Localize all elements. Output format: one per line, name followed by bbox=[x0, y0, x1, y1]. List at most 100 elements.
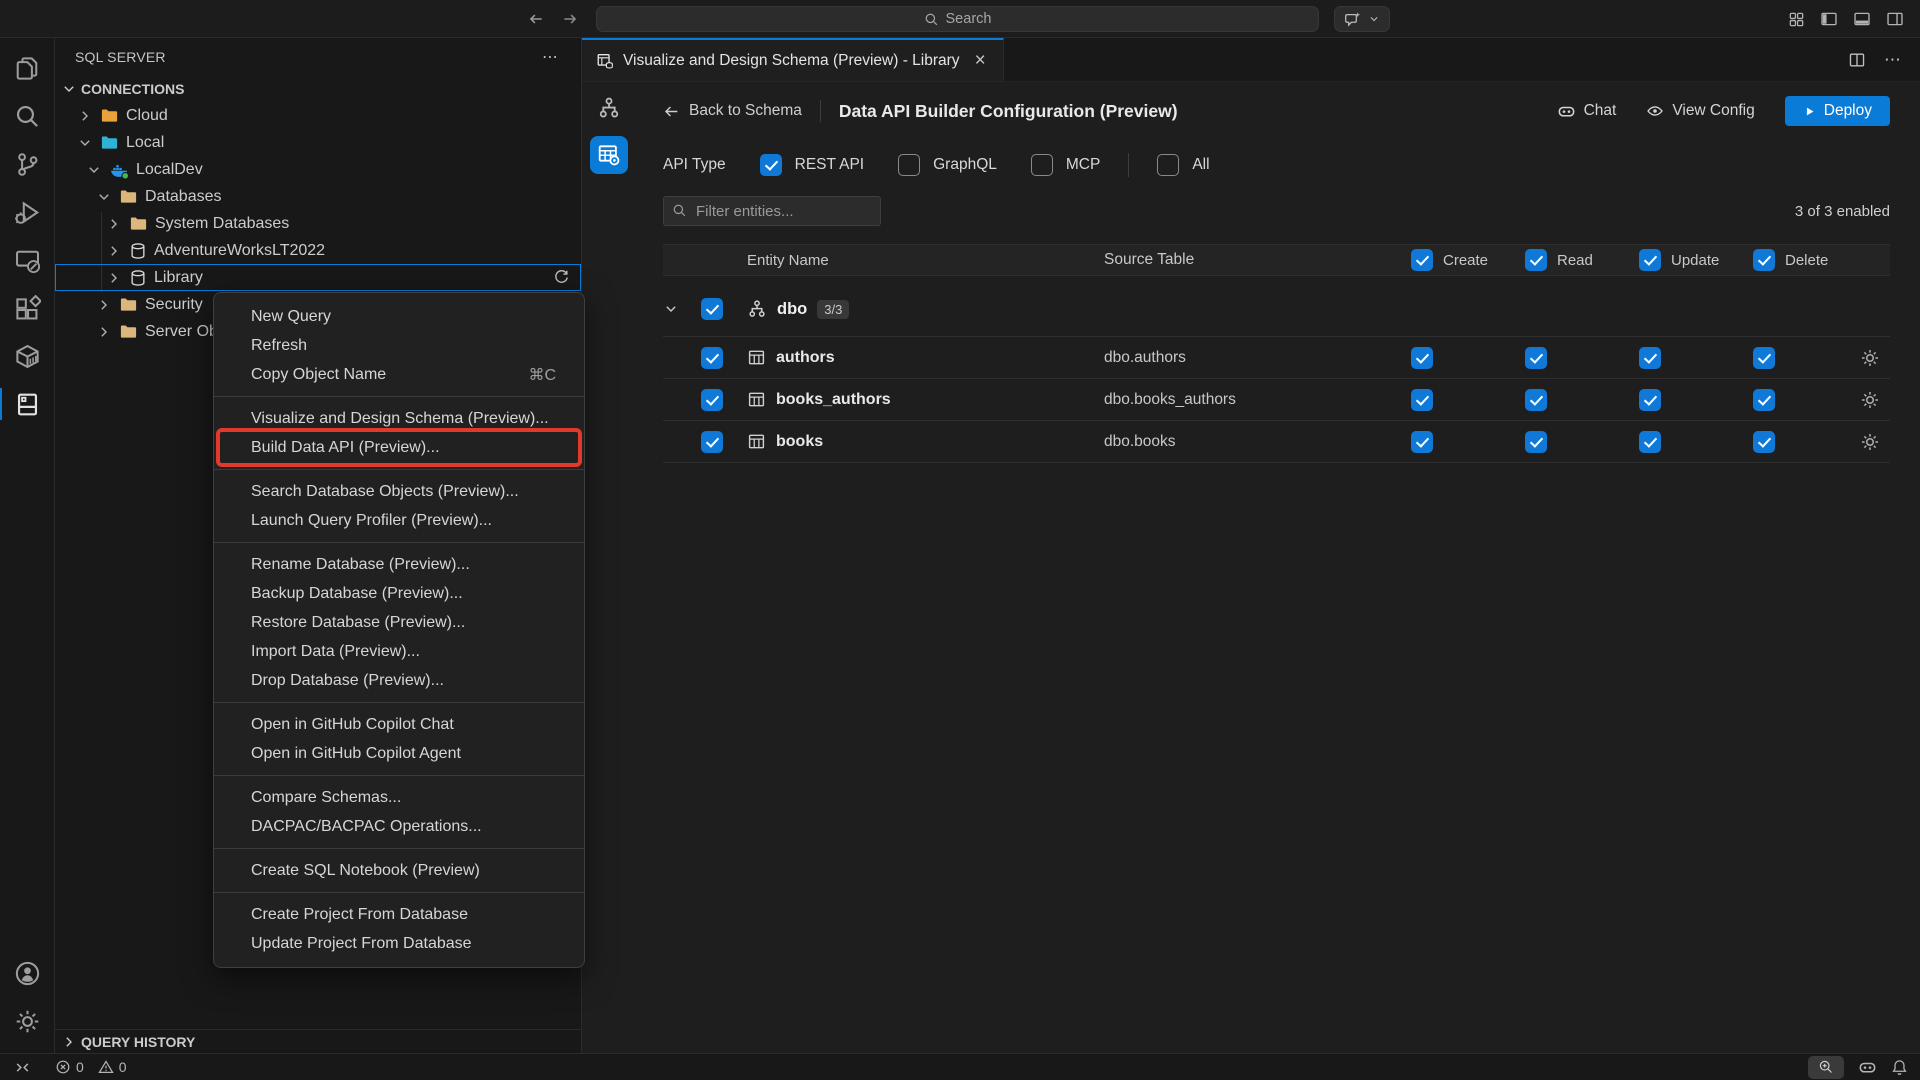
menu-item-search-database-objects[interactable]: Search Database Objects (Preview)... bbox=[214, 477, 584, 506]
menu-item-restore-database[interactable]: Restore Database (Preview)... bbox=[214, 608, 584, 637]
checkbox-read[interactable] bbox=[1525, 431, 1547, 453]
checkbox[interactable] bbox=[701, 298, 723, 320]
settings-button[interactable] bbox=[0, 997, 55, 1045]
menu-item-rename-database[interactable]: Rename Database (Preview)... bbox=[214, 550, 584, 579]
menu-item-drop-database[interactable]: Drop Database (Preview)... bbox=[214, 666, 584, 695]
checkbox[interactable] bbox=[1639, 249, 1661, 271]
checkbox-create[interactable] bbox=[1411, 389, 1433, 411]
menu-item-update-project-from-database[interactable]: Update Project From Database bbox=[214, 929, 584, 958]
checkbox[interactable] bbox=[898, 154, 920, 176]
menu-item-new-query[interactable]: New Query bbox=[214, 302, 584, 331]
menu-item-create-sql-notebook[interactable]: Create SQL Notebook (Preview) bbox=[214, 856, 584, 885]
api-option-graphql[interactable]: GraphQL bbox=[898, 154, 997, 176]
copilot-status-icon[interactable] bbox=[1858, 1058, 1877, 1077]
activity-search[interactable] bbox=[0, 92, 55, 140]
gear-icon[interactable] bbox=[1860, 432, 1880, 452]
tree-item-databases[interactable]: Databases bbox=[55, 183, 581, 210]
schema-group-row[interactable]: dbo 3/3 bbox=[663, 290, 1890, 328]
forward-arrow-icon[interactable] bbox=[561, 10, 579, 28]
checkbox-delete[interactable] bbox=[1753, 389, 1775, 411]
back-to-schema-link[interactable]: Back to Schema bbox=[663, 102, 802, 120]
more-actions-icon[interactable]: ⋯ bbox=[542, 47, 559, 67]
tree-item-library[interactable]: Library bbox=[55, 264, 581, 291]
tree-item-system-databases[interactable]: System Databases bbox=[55, 210, 581, 237]
gear-icon[interactable] bbox=[1860, 390, 1880, 410]
activity-run-debug[interactable] bbox=[0, 188, 55, 236]
close-icon[interactable]: × bbox=[975, 51, 986, 70]
api-option-all[interactable]: All bbox=[1157, 154, 1209, 176]
menu-item-launch-query-profiler[interactable]: Launch Query Profiler (Preview)... bbox=[214, 506, 584, 535]
checkbox-delete[interactable] bbox=[1753, 347, 1775, 369]
menu-item-copy-object-name[interactable]: Copy Object Name⌘C bbox=[214, 360, 584, 389]
tree-item-cloud[interactable]: Cloud bbox=[55, 102, 581, 129]
checkbox[interactable] bbox=[760, 154, 782, 176]
checkbox[interactable] bbox=[701, 347, 723, 369]
menu-item-refresh[interactable]: Refresh bbox=[214, 331, 584, 360]
checkbox-delete[interactable] bbox=[1753, 431, 1775, 453]
refresh-icon[interactable] bbox=[553, 269, 570, 286]
checkbox-read[interactable] bbox=[1525, 347, 1547, 369]
menu-item-compare-schemas[interactable]: Compare Schemas... bbox=[214, 783, 584, 812]
activity-sql-server[interactable] bbox=[0, 380, 55, 428]
deploy-button[interactable]: Deploy bbox=[1785, 96, 1890, 126]
copilot-menu-button[interactable] bbox=[1334, 6, 1390, 32]
checkbox[interactable] bbox=[701, 431, 723, 453]
menu-item-open-copilot-chat[interactable]: Open in GitHub Copilot Chat bbox=[214, 710, 584, 739]
bell-icon[interactable] bbox=[1891, 1059, 1908, 1076]
toggle-panel-icon[interactable] bbox=[1853, 10, 1871, 28]
remote-indicator-icon[interactable] bbox=[14, 1059, 31, 1076]
api-option-mcp[interactable]: MCP bbox=[1031, 154, 1100, 176]
schema-diagram-icon[interactable] bbox=[597, 96, 621, 120]
tree-item-local[interactable]: Local bbox=[55, 129, 581, 156]
checkbox[interactable] bbox=[1411, 249, 1433, 271]
toggle-sidebar-left-icon[interactable] bbox=[1820, 10, 1838, 28]
tab-visualize-design-schema[interactable]: Visualize and Design Schema (Preview) - … bbox=[582, 38, 1004, 81]
checkbox[interactable] bbox=[1157, 154, 1179, 176]
back-arrow-icon[interactable] bbox=[527, 10, 545, 28]
filter-entities-input[interactable] bbox=[663, 196, 881, 226]
checkbox-create[interactable] bbox=[1411, 347, 1433, 369]
data-api-config-button[interactable] bbox=[590, 136, 628, 174]
chat-button[interactable]: Chat bbox=[1557, 102, 1617, 121]
menu-item-visualize-design-schema[interactable]: Visualize and Design Schema (Preview)... bbox=[214, 404, 584, 433]
table-row-books-authors[interactable]: books_authors dbo.books_authors bbox=[663, 379, 1890, 421]
menu-item-import-data[interactable]: Import Data (Preview)... bbox=[214, 637, 584, 666]
checkbox-update[interactable] bbox=[1639, 431, 1661, 453]
split-editor-icon[interactable] bbox=[1848, 51, 1866, 69]
activity-extensions[interactable] bbox=[0, 284, 55, 332]
section-query-history[interactable]: QUERY HISTORY bbox=[55, 1029, 581, 1053]
view-config-button[interactable]: View Config bbox=[1646, 102, 1754, 120]
section-connections[interactable]: CONNECTIONS bbox=[55, 76, 581, 102]
toggle-sidebar-right-icon[interactable] bbox=[1886, 10, 1904, 28]
activity-explorer[interactable] bbox=[0, 44, 55, 92]
tree-item-localdev[interactable]: LocalDev bbox=[55, 156, 581, 183]
account-button[interactable] bbox=[0, 949, 55, 997]
checkbox-read[interactable] bbox=[1525, 389, 1547, 411]
activity-remote-explorer[interactable] bbox=[0, 236, 55, 284]
checkbox-update[interactable] bbox=[1639, 389, 1661, 411]
table-row-books[interactable]: books dbo.books bbox=[663, 421, 1890, 463]
activity-source-control[interactable] bbox=[0, 140, 55, 188]
menu-item-dacpac-bacpac[interactable]: DACPAC/BACPAC Operations... bbox=[214, 812, 584, 841]
checkbox[interactable] bbox=[1031, 154, 1053, 176]
checkbox[interactable] bbox=[1753, 249, 1775, 271]
customize-layout-icon[interactable] bbox=[1788, 11, 1805, 28]
checkbox[interactable] bbox=[701, 389, 723, 411]
problems-indicator[interactable]: 0 0 bbox=[55, 1059, 127, 1075]
chevron-down-icon[interactable] bbox=[663, 301, 701, 317]
command-search-box[interactable]: Search bbox=[596, 6, 1319, 32]
tree-item-adventureworks[interactable]: AdventureWorksLT2022 bbox=[55, 237, 581, 264]
table-row-authors[interactable]: authors dbo.authors bbox=[663, 337, 1890, 379]
checkbox-update[interactable] bbox=[1639, 347, 1661, 369]
api-option-rest[interactable]: REST API bbox=[760, 154, 865, 176]
gear-icon[interactable] bbox=[1860, 348, 1880, 368]
zoom-button[interactable] bbox=[1808, 1056, 1844, 1079]
menu-item-backup-database[interactable]: Backup Database (Preview)... bbox=[214, 579, 584, 608]
menu-item-create-project-from-database[interactable]: Create Project From Database bbox=[214, 900, 584, 929]
checkbox[interactable] bbox=[1525, 249, 1547, 271]
more-actions-icon[interactable]: ⋯ bbox=[1884, 50, 1902, 70]
checkbox-create[interactable] bbox=[1411, 431, 1433, 453]
menu-item-build-data-api[interactable]: Build Data API (Preview)... bbox=[214, 433, 584, 462]
activity-containers[interactable] bbox=[0, 332, 55, 380]
menu-item-open-copilot-agent[interactable]: Open in GitHub Copilot Agent bbox=[214, 739, 584, 768]
